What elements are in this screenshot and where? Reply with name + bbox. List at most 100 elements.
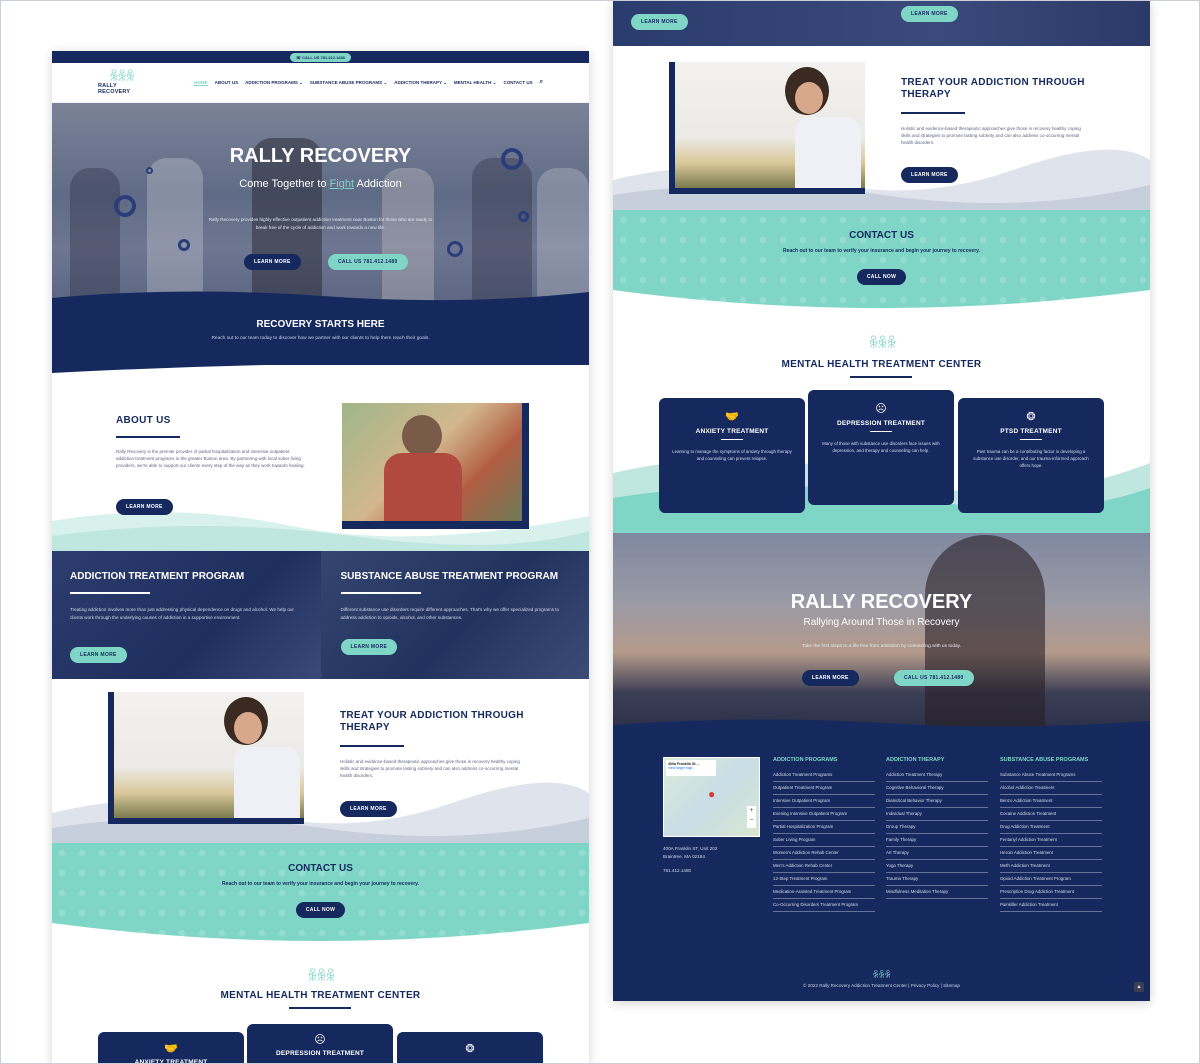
program-learn-more-button[interactable]: LEARN MORE xyxy=(70,643,127,663)
decorative-ring xyxy=(146,167,153,174)
footer-link[interactable]: Painkiller Addiction Treatment xyxy=(1000,899,1102,912)
card-title: PTSD TREATMENT xyxy=(1000,428,1062,435)
map-zoom-control[interactable]: + − xyxy=(747,806,756,828)
program-learn-more-button[interactable]: LEARN MORE xyxy=(340,635,398,655)
footer-link[interactable]: Art Therapy xyxy=(886,847,988,860)
footer-link[interactable]: Dialectical Behavior Therapy xyxy=(886,795,988,808)
back-to-top-icon[interactable]: ▲ xyxy=(1134,982,1144,992)
search-icon[interactable]: ⌕ xyxy=(540,79,543,86)
mental-health-section: ꆜꆜꆜ MENTAL HEALTH TREATMENT CENTER 🤝 ANX… xyxy=(52,941,589,1064)
footer-column-addiction-programs: ADDICTION PROGRAMS Addiction Treatment P… xyxy=(773,757,875,912)
footer-link[interactable]: Benzo Addiction Treatment xyxy=(1000,795,1102,808)
footer-link[interactable]: Opioid Addiction Treatment Program xyxy=(1000,873,1102,886)
nav-substance-abuse-programs[interactable]: SUBSTANCE ABUSE PROGRAMS ⌄ xyxy=(310,80,387,86)
footer-link[interactable]: Trauma Therapy xyxy=(886,873,988,886)
map-larger-link[interactable]: View larger map xyxy=(668,766,714,770)
card-anxiety[interactable]: 🤝 ANXIETY TREATMENT Learning to manage t… xyxy=(659,398,805,513)
nav-addiction-programs[interactable]: ADDICTION PROGRAMS ⌄ xyxy=(245,80,303,86)
nav-therapy-label: ADDICTION THERAPY xyxy=(394,79,442,85)
footer-phone[interactable]: 781.412.1480 xyxy=(663,867,717,875)
program-learn-more-label: LEARN MORE xyxy=(70,647,127,663)
rallying-section: RALLY RECOVERY Rallying Around Those in … xyxy=(613,533,1150,733)
footer-link[interactable]: 12-Step Treatment Program xyxy=(773,873,875,886)
footer-column-heading: ADDICTION PROGRAMS xyxy=(773,757,838,763)
about-body: Rally Recovery is the premier provider o… xyxy=(116,449,305,468)
footer-link[interactable]: Prescription Drug Addiction Treatment xyxy=(1000,886,1102,899)
hero-learn-more-button[interactable]: LEARN MORE xyxy=(244,250,301,270)
nav-mental-health[interactable]: MENTAL HEALTH ⌄ xyxy=(454,80,497,86)
footer-link[interactable]: Co-Occurring Disorders Treatment Program xyxy=(773,899,875,912)
top-phone-button[interactable]: ☏ CALL US 781.412.1480 xyxy=(290,52,351,62)
footer-link[interactable]: Group Therapy xyxy=(886,821,988,834)
rallying-learn-more-button[interactable]: LEARN MORE xyxy=(802,666,859,686)
footer-link[interactable]: Individual Therapy xyxy=(886,808,988,821)
program-learn-more-button[interactable]: LEARN MORE xyxy=(901,2,958,22)
therapy-learn-more-button[interactable]: LEARN MORE xyxy=(340,797,397,817)
map-zoom-out[interactable]: − xyxy=(747,816,756,826)
about-learn-more-button[interactable]: LEARN MORE xyxy=(116,495,173,515)
therapy-body: Holistic and evidence-based therapeutic … xyxy=(901,126,1081,145)
card-depression[interactable]: ☹ DEPRESSION TREATMENT Many of those wit… xyxy=(808,390,954,505)
mental-health-title: MENTAL HEALTH TREATMENT CENTER xyxy=(781,359,982,370)
footer-link[interactable]: Addiction Treatment Therapy xyxy=(886,769,988,782)
footer-link[interactable]: Substance Abuse Treatment Programs xyxy=(1000,769,1102,782)
people-logo-icon: ꆜꆜꆜ xyxy=(868,335,897,351)
footer-link[interactable]: Women's Addiction Rehab Center xyxy=(773,847,875,860)
footer-link[interactable]: Sober Living Program xyxy=(773,834,875,847)
card-ptsd[interactable]: ❂ PTSD TREATMENT Past trauma can be a co… xyxy=(958,398,1104,513)
footer-link[interactable]: Alcohol Addiction Treatment xyxy=(1000,782,1102,795)
site-footer: 400a Franklin St ... View larger map ● +… xyxy=(613,733,1150,1001)
card-depression[interactable]: ☹ DEPRESSION TREATMENT xyxy=(247,1024,393,1064)
program-learn-more-button[interactable]: LEARN MORE xyxy=(631,10,688,30)
mental-health-underline xyxy=(850,376,912,378)
footer-link[interactable]: Meth Addiction Treatment xyxy=(1000,860,1102,873)
mental-health-title: MENTAL HEALTH TREATMENT CENTER xyxy=(220,990,421,1001)
rallying-call-button[interactable]: CALL US 781.412.1480 xyxy=(894,666,974,686)
footer-link[interactable]: Intensive Outpatient Program xyxy=(773,795,875,808)
contact-call-button[interactable]: CALL NOW xyxy=(613,265,1150,285)
footer-link[interactable]: Addiction Treatment Programs xyxy=(773,769,875,782)
right-page-mockup: LEARN MORE LEARN MORE TREAT YOUR ADDICTI… xyxy=(613,0,1150,1001)
map-zoom-in[interactable]: + xyxy=(747,806,756,816)
contact-curve xyxy=(613,290,1150,308)
hero-call-button[interactable]: CALL US 781.412.1480 xyxy=(328,250,408,270)
footer-link[interactable]: Family Therapy xyxy=(886,834,988,847)
therapy-learn-more-label: LEARN MORE xyxy=(340,801,397,817)
rallying-photo-figure xyxy=(925,535,1045,733)
main-nav: HOME ABOUT US ADDICTION PROGRAMS ⌄ SUBST… xyxy=(194,79,543,86)
nav-addiction-therapy[interactable]: ADDICTION THERAPY ⌄ xyxy=(394,80,447,86)
card-anxiety[interactable]: 🤝 ANXIETY TREATMENT xyxy=(98,1032,244,1064)
footer-link[interactable]: Cocaine Addiction Treatment xyxy=(1000,808,1102,821)
therapy-title: TREAT YOUR ADDICTION THROUGH THERAPY xyxy=(340,710,524,734)
footer-column-addiction-therapy: ADDICTION THERAPY Addiction Treatment Th… xyxy=(886,757,988,899)
therapy-learn-more-button[interactable]: LEARN MORE xyxy=(901,163,958,183)
card-body: Learning to manage the symptoms of anxie… xyxy=(672,449,792,461)
footer-link[interactable]: Outpatient Treatment Program xyxy=(773,782,875,795)
footer-link[interactable]: Mindfulness Meditation Therapy xyxy=(886,886,988,899)
footer-link[interactable]: Fentanyl Addiction Treatment xyxy=(1000,834,1102,847)
footer-column-substance-abuse-programs: SUBSTANCE ABUSE PROGRAMS Substance Abuse… xyxy=(1000,757,1102,912)
decorative-ring xyxy=(447,241,463,257)
footer-map[interactable]: 400a Franklin St ... View larger map ● +… xyxy=(663,757,760,837)
footer-link[interactable]: Men's Addiction Rehab Center xyxy=(773,860,875,873)
nav-about[interactable]: ABOUT US xyxy=(215,80,239,85)
footer-link[interactable]: Yoga Therapy xyxy=(886,860,988,873)
card-ptsd[interactable]: ❂ xyxy=(397,1032,543,1064)
contact-title: CONTACT US xyxy=(288,863,353,874)
hero-subtitle-post: Addiction xyxy=(354,178,402,190)
nav-home[interactable]: HOME xyxy=(194,80,208,86)
footer-link[interactable]: Drug Addiction Treatment xyxy=(1000,821,1102,834)
footer-column-heading: SUBSTANCE ABUSE PROGRAMS xyxy=(1000,757,1089,763)
therapy-photo xyxy=(675,62,865,188)
footer-link[interactable]: Medication-Assisted Treatment Program xyxy=(773,886,875,899)
footer-link[interactable]: Cognitive Behavioral Therapy xyxy=(886,782,988,795)
card-underline xyxy=(1020,439,1042,440)
program-title: SUBSTANCE ABUSE TREATMENT PROGRAM xyxy=(340,571,559,582)
footer-link[interactable]: Evening Intensive Outpatient Program xyxy=(773,808,875,821)
footer-link[interactable]: Heroin Addiction Treatment xyxy=(1000,847,1102,860)
nav-contact[interactable]: CONTACT US xyxy=(503,80,532,85)
footer-link[interactable]: Partial Hospitalization Program xyxy=(773,821,875,834)
contact-call-button[interactable]: CALL NOW xyxy=(52,898,589,918)
logo[interactable]: ꆜꆜꆜ RALLY RECOVERY xyxy=(98,70,144,95)
contact-curve xyxy=(52,923,589,941)
